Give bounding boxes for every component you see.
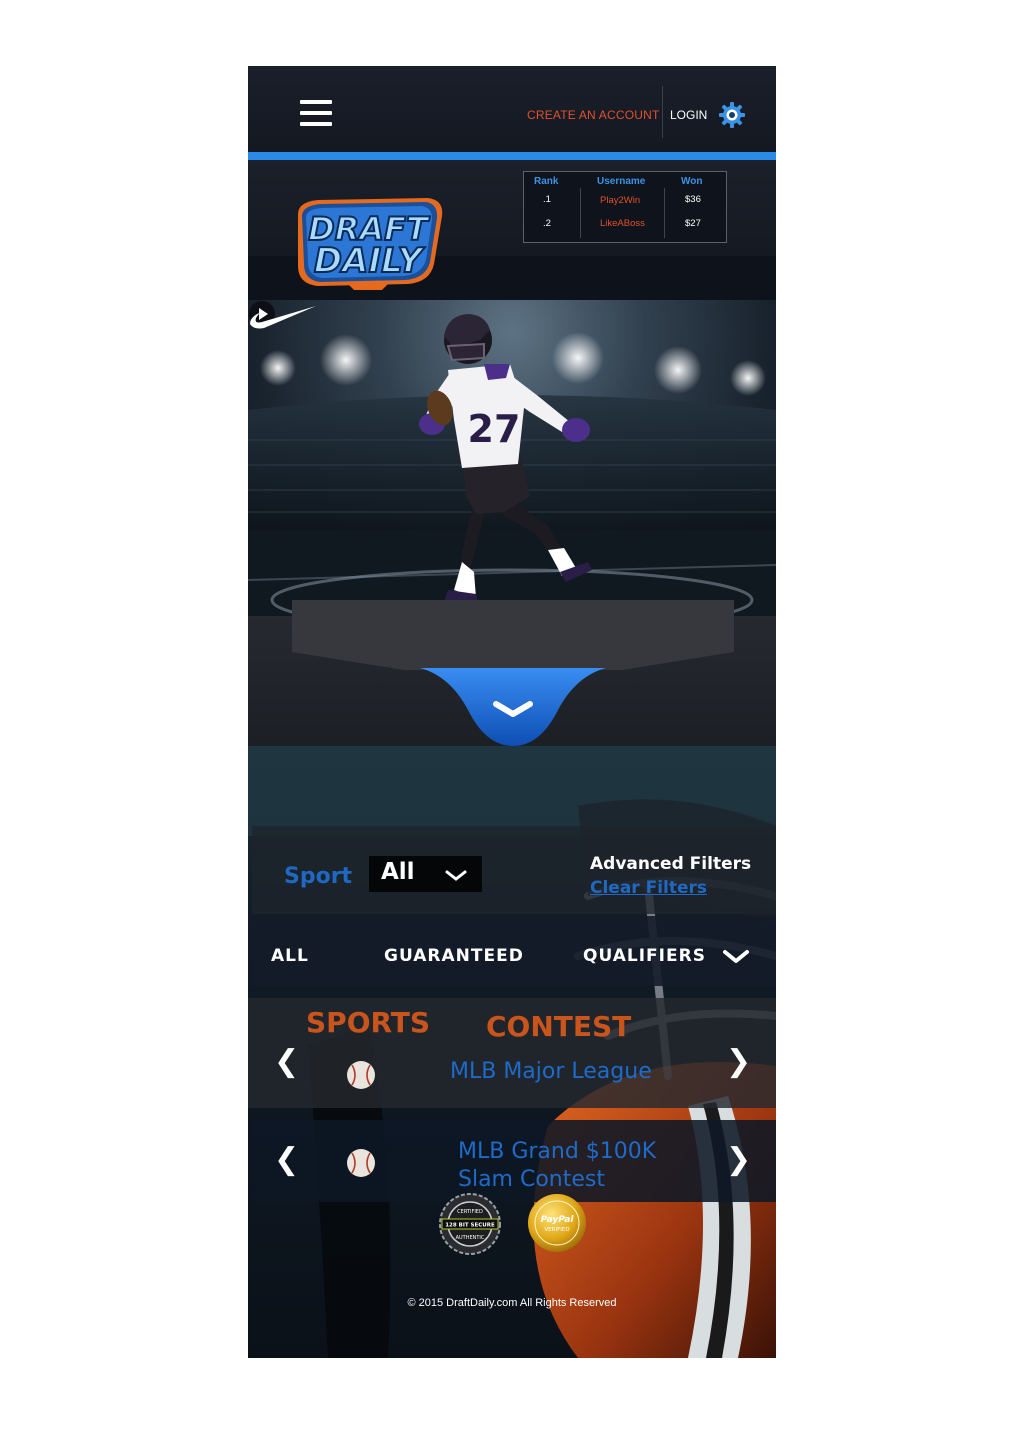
nav-divider xyxy=(662,86,663,138)
nike-swoosh-logo xyxy=(250,306,316,329)
tab-all[interactable]: ALL xyxy=(271,946,309,966)
sport-dropdown[interactable]: All xyxy=(369,856,482,892)
draftdaily-logo[interactable]: DRAFT DAILY xyxy=(288,194,448,294)
svg-text:CERTIFIED: CERTIFIED xyxy=(457,1209,483,1215)
contest-row-first: SPORTS CONTEST ❮ MLB Major League ❯ xyxy=(248,998,776,1108)
paypal-verified-badge: PayPal VERIFIED xyxy=(528,1194,586,1252)
svg-text:128 BIT SECURE: 128 BIT SECURE xyxy=(445,1223,495,1229)
svg-text:27: 27 xyxy=(468,407,521,451)
svg-text:DAILY: DAILY xyxy=(314,241,426,281)
tab-qualifiers[interactable]: QUALIFIERS xyxy=(583,946,706,966)
leaderboard-header-rank: Rank xyxy=(534,176,559,187)
leaderboard-sep xyxy=(580,188,581,238)
sport-dropdown-value: All xyxy=(381,859,415,885)
app-screen: CREATE AN ACCOUNT LOGIN DRAFT DAILY Rank… xyxy=(248,66,776,1358)
leaderboard-header-won: Won xyxy=(681,176,703,187)
next-arrow-icon[interactable]: ❯ xyxy=(726,1142,751,1177)
secure-badge: CERTIFIED 128 BIT SECURE AUTHENTIC xyxy=(439,1193,501,1255)
column-header-contest: CONTEST xyxy=(486,1010,632,1043)
copyright-text: © 2015 DraftDaily.com All Rights Reserve… xyxy=(407,1297,617,1309)
baseball-icon xyxy=(347,1149,375,1177)
panel-tab xyxy=(292,600,734,670)
chevron-down-icon[interactable] xyxy=(722,949,750,965)
gear-icon[interactable] xyxy=(718,101,746,129)
leaderboard-username[interactable]: LikeABoss xyxy=(600,218,645,229)
advanced-filters-link[interactable]: Advanced Filters xyxy=(590,854,751,874)
leaderboard-header-username: Username xyxy=(597,176,646,187)
contest-tabs: ALL GUARANTEED QUALIFIERS xyxy=(252,916,776,986)
leaderboard: Rank Username Won .1 Play2Win $36 .2 Lik… xyxy=(523,171,727,243)
contest-title-line2: Slam Contest xyxy=(458,1167,605,1192)
svg-text:AUTHENTIC: AUTHENTIC xyxy=(456,1235,485,1241)
leaderboard-rank: .2 xyxy=(543,218,551,229)
chevron-down-icon xyxy=(445,870,467,881)
leaderboard-username[interactable]: Play2Win xyxy=(600,195,640,206)
contest-title[interactable]: MLB Major League xyxy=(450,1058,652,1086)
leaderboard-rank: .1 xyxy=(543,194,551,205)
tab-guaranteed[interactable]: GUARANTEED xyxy=(384,946,524,966)
svg-text:VERIFIED: VERIFIED xyxy=(544,1227,569,1233)
leaderboard-won: $27 xyxy=(685,218,701,229)
baseball-icon xyxy=(347,1061,375,1089)
filter-bar: Sport All Advanced Filters Clear Filters xyxy=(252,826,776,914)
hero-panel xyxy=(248,600,776,748)
previous-arrow-icon[interactable]: ❮ xyxy=(274,1044,299,1079)
contest-row-second: ❮ MLB Grand $100K Slam Contest ❯ xyxy=(252,1120,776,1202)
hero-banner: 27 xyxy=(248,300,776,616)
sport-filter-label: Sport xyxy=(284,864,353,889)
top-nav-bar: CREATE AN ACCOUNT LOGIN xyxy=(248,66,776,152)
column-header-sports: SPORTS xyxy=(306,1006,431,1039)
leaderboard-won: $36 xyxy=(685,194,701,205)
contest-title-line1: MLB Grand $100K xyxy=(458,1139,657,1164)
previous-arrow-icon[interactable]: ❮ xyxy=(274,1142,299,1177)
svg-text:PayPal: PayPal xyxy=(541,1215,575,1225)
contest-section: Sport All Advanced Filters Clear Filters… xyxy=(248,746,776,1358)
clear-filters-link[interactable]: Clear Filters xyxy=(590,878,707,898)
accent-bar xyxy=(248,152,776,160)
contest-title[interactable]: MLB Grand $100K Slam Contest xyxy=(458,1138,656,1194)
leaderboard-sep xyxy=(664,188,665,238)
next-arrow-icon[interactable]: ❯ xyxy=(726,1044,751,1079)
create-account-link[interactable]: CREATE AN ACCOUNT xyxy=(527,108,660,122)
login-link[interactable]: LOGIN xyxy=(670,108,707,122)
hamburger-icon[interactable] xyxy=(300,100,332,126)
brand-band: DRAFT DAILY Rank Username Won .1 Play2Wi… xyxy=(248,160,776,300)
stadium-scene: 27 xyxy=(248,314,776,616)
chevron-down-icon[interactable] xyxy=(418,666,608,748)
